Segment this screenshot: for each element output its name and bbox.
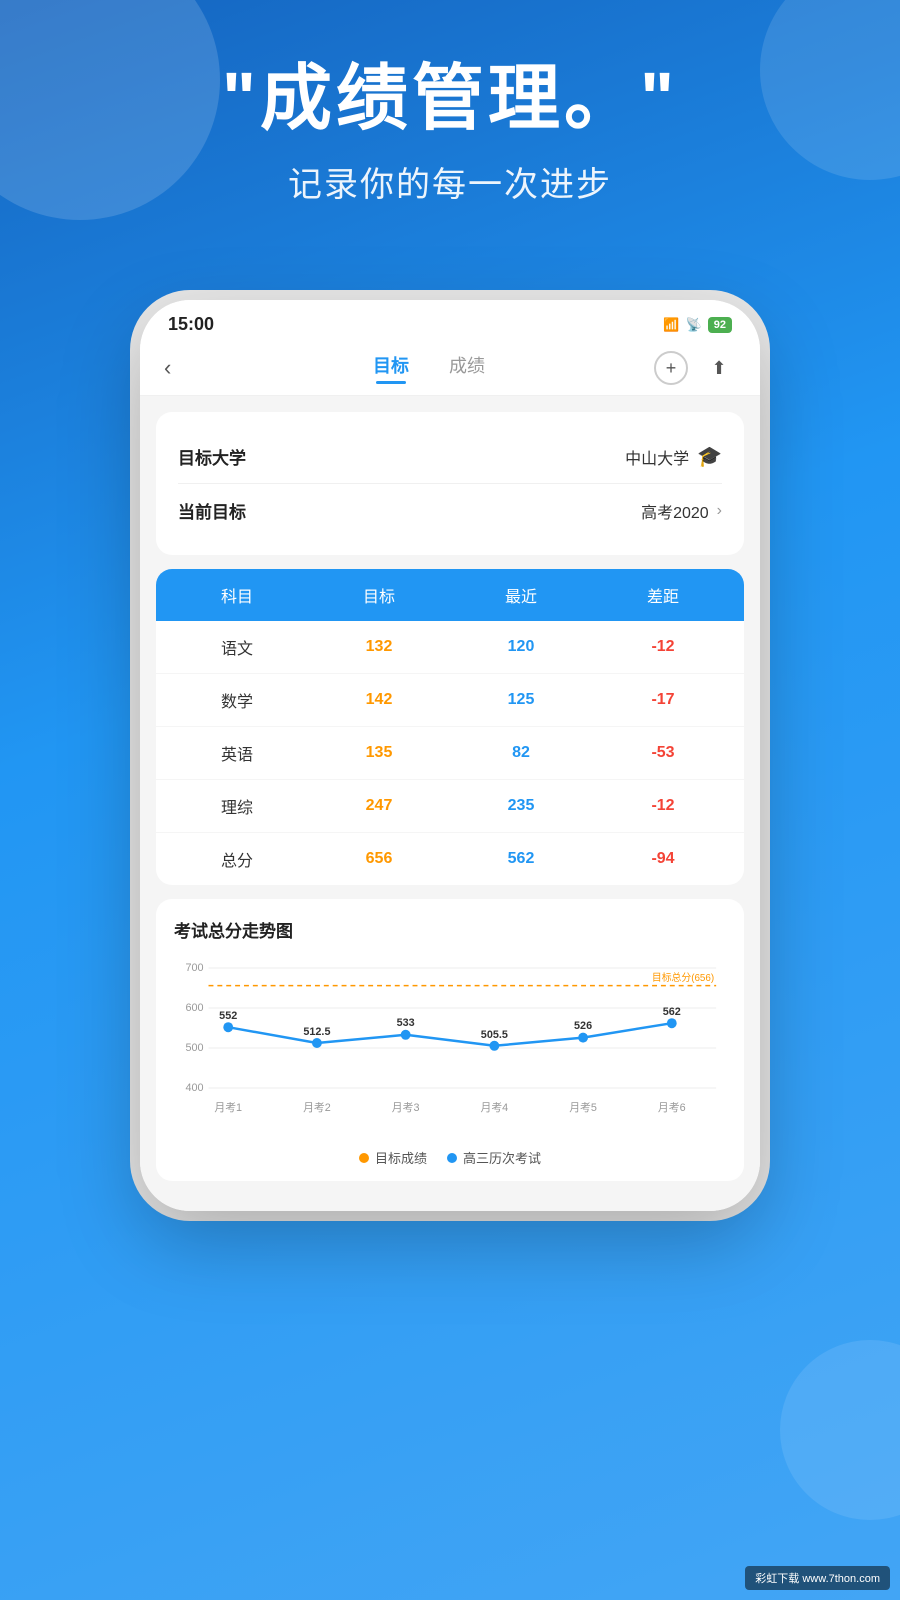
watermark: 彩虹下载 www.7thon.com [745,1566,890,1590]
svg-text:400: 400 [185,1082,203,1094]
table-row: 总分 656 562 -94 [156,833,744,885]
cell-recent: 562 [450,850,592,868]
info-card: 目标大学 中山大学 🎓 当前目标 高考2020 › [156,412,744,555]
cell-diff: -17 [592,691,734,709]
university-label: 目标大学 [178,444,246,469]
col-diff: 差距 [592,583,734,607]
phone-mockup: 15:00 📶 📡 92 ‹ 目标 成绩 + ⬆ 目标大 [140,300,760,1211]
svg-text:562: 562 [663,1006,681,1018]
svg-text:533: 533 [397,1017,415,1029]
svg-text:526: 526 [574,1020,592,1032]
cell-recent: 125 [450,691,592,709]
svg-text:552: 552 [219,1010,237,1022]
table-header: 科目 目标 最近 差距 [156,569,744,621]
legend-target: 目标成绩 [359,1148,427,1167]
cell-target: 142 [308,691,450,709]
svg-text:月考5: 月考5 [569,1101,597,1114]
tab-score[interactable]: 成绩 [449,352,485,384]
cell-subject: 英语 [166,741,308,765]
app-subtitle: 记录你的每一次进步 [0,157,900,206]
goal-value: 高考2020 › [641,499,722,523]
goal-label: 当前目标 [178,498,246,523]
col-recent: 最近 [450,583,592,607]
svg-text:600: 600 [185,1002,203,1014]
legend-history: 高三历次考试 [447,1148,541,1167]
chart-svg: 700 600 500 400 目标总分(656) [174,956,726,1136]
legend-target-dot [359,1153,369,1163]
legend-target-label: 目标成绩 [375,1148,427,1167]
status-time: 15:00 [168,314,214,335]
tab-target[interactable]: 目标 [373,352,409,384]
goal-text: 高考2020 [641,499,709,523]
table-row: 语文 132 120 -12 [156,621,744,674]
svg-text:月考2: 月考2 [303,1101,331,1114]
legend-history-label: 高三历次考试 [463,1148,541,1167]
svg-text:月考4: 月考4 [481,1101,509,1114]
wifi-icon: 📡 [686,317,702,333]
university-row: 目标大学 中山大学 🎓 [178,430,722,484]
cell-recent: 120 [450,638,592,656]
cell-subject: 数学 [166,688,308,712]
add-button[interactable]: + [654,351,688,385]
cell-target: 135 [308,744,450,762]
chart-title: 考试总分走势图 [174,917,726,942]
battery-icon: 92 [708,317,732,333]
university-value: 中山大学 🎓 [625,444,722,469]
table-body: 语文 132 120 -12 数学 142 125 -17 英语 135 82 … [156,621,744,885]
cell-subject: 理综 [166,794,308,818]
svg-text:月考3: 月考3 [392,1101,420,1114]
cell-target: 247 [308,797,450,815]
cell-diff: -12 [592,638,734,656]
graduation-icon: 🎓 [697,444,722,469]
score-table: 科目 目标 最近 差距 语文 132 120 -12 数学 142 125 -1… [156,569,744,885]
chart-card: 考试总分走势图 700 600 500 400 [156,899,744,1181]
share-button[interactable]: ⬆ [702,351,736,385]
cell-subject: 总分 [166,847,308,871]
col-target: 目标 [308,583,450,607]
cell-diff: -94 [592,850,734,868]
svg-text:505.5: 505.5 [481,1029,508,1041]
cell-recent: 235 [450,797,592,815]
chart-legend: 目标成绩 高三历次考试 [174,1148,726,1167]
svg-text:月考1: 月考1 [214,1101,242,1114]
cell-target: 132 [308,638,450,656]
nav-actions: + ⬆ [654,351,736,385]
cell-subject: 语文 [166,635,308,659]
table-row: 理综 247 235 -12 [156,780,744,833]
legend-history-dot [447,1153,457,1163]
svg-text:700: 700 [185,962,203,974]
app-title: "成绩管理。" [0,60,900,139]
main-content: 目标大学 中山大学 🎓 当前目标 高考2020 › 科目 [140,396,760,1211]
svg-text:目标总分(656): 目标总分(656) [652,971,714,984]
cell-target: 656 [308,850,450,868]
chevron-right-icon: › [717,502,722,520]
goal-row[interactable]: 当前目标 高考2020 › [178,484,722,537]
university-text: 中山大学 [625,445,689,469]
status-bar: 15:00 📶 📡 92 [140,300,760,341]
nav-tabs: 目标 成绩 [204,352,654,384]
chart-area: 700 600 500 400 目标总分(656) [174,956,726,1136]
svg-text:月考6: 月考6 [658,1101,686,1114]
cell-diff: -53 [592,744,734,762]
svg-text:500: 500 [185,1042,203,1054]
table-row: 英语 135 82 -53 [156,727,744,780]
signal-icon: 📶 [663,317,679,333]
svg-text:512.5: 512.5 [303,1026,330,1038]
cell-recent: 82 [450,744,592,762]
col-subject: 科目 [166,583,308,607]
cell-diff: -12 [592,797,734,815]
watermark-text: 彩虹下载 www.7thon.com [745,1566,890,1590]
table-row: 数学 142 125 -17 [156,674,744,727]
status-icons: 📶 📡 92 [663,317,732,333]
back-button[interactable]: ‹ [164,355,204,381]
nav-bar: ‹ 目标 成绩 + ⬆ [140,341,760,396]
